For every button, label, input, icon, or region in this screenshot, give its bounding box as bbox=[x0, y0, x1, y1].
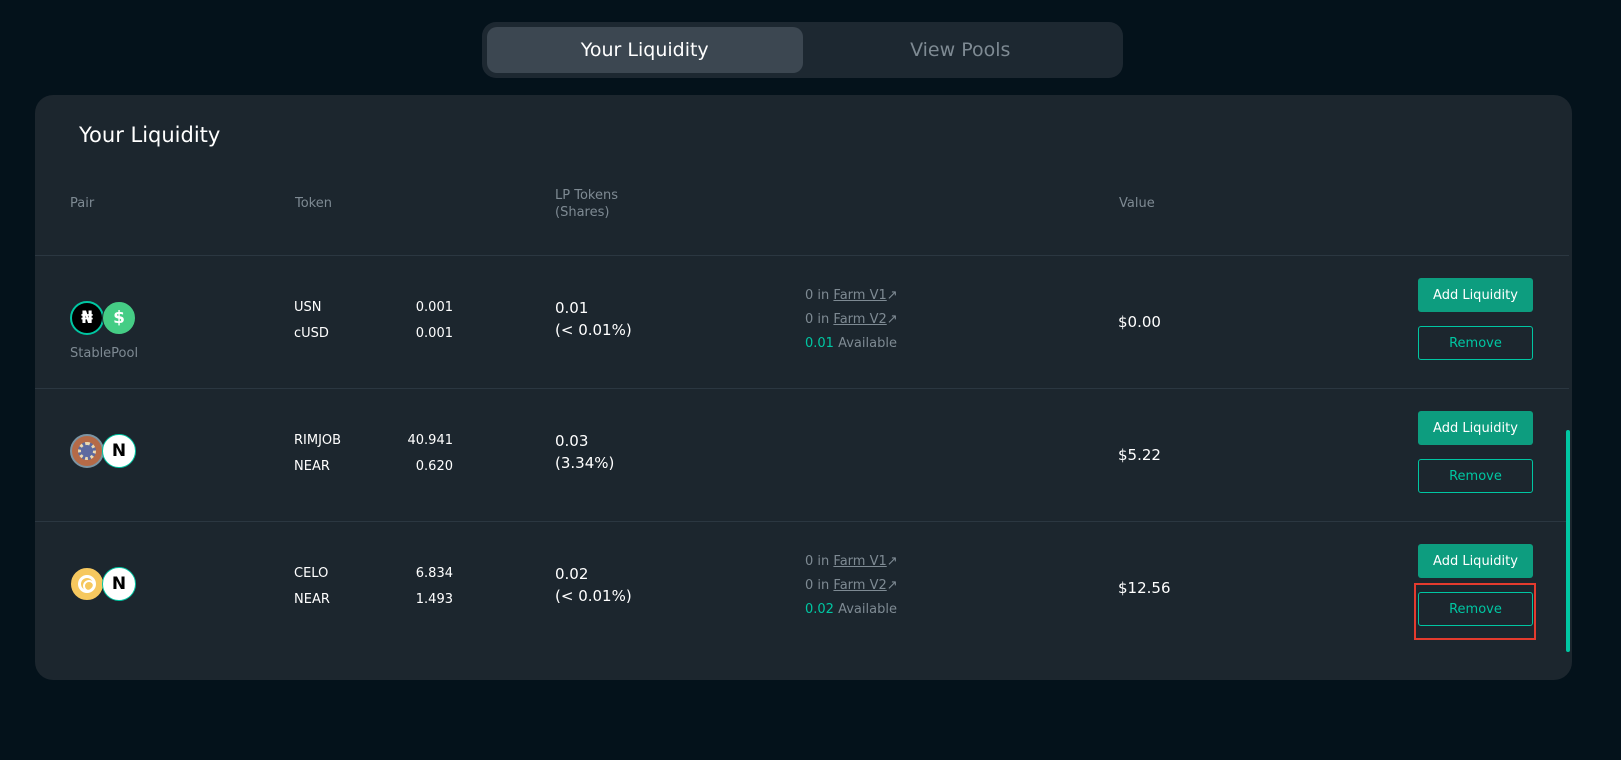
cusd-icon: $ bbox=[102, 301, 136, 335]
add-liquidity-button[interactable]: Add Liquidity bbox=[1418, 278, 1533, 312]
token-symbol: CELO bbox=[294, 566, 329, 581]
table-row: ₦ $ StablePool USN 0.001 cUSD 0.001 0.01… bbox=[35, 255, 1569, 388]
external-link-icon[interactable]: ↗ bbox=[887, 554, 898, 569]
token-amount: 0.620 bbox=[415, 459, 453, 474]
tab-your-liquidity[interactable]: Your Liquidity bbox=[487, 27, 803, 73]
available-label: Available bbox=[838, 336, 897, 351]
farm-v1-prefix: 0 in bbox=[805, 288, 830, 303]
lp-amount: 0.03 bbox=[555, 432, 589, 450]
lp-share: (< 0.01%) bbox=[555, 321, 632, 339]
header-lp-tokens: LP Tokens (Shares) bbox=[555, 187, 618, 221]
lp-share: (3.34%) bbox=[555, 454, 615, 472]
token-amount: 1.493 bbox=[415, 592, 453, 607]
farm-v2-prefix: 0 in bbox=[805, 312, 830, 327]
token-symbol: NEAR bbox=[294, 592, 330, 607]
token-symbol: USN bbox=[294, 300, 322, 315]
external-link-icon[interactable]: ↗ bbox=[887, 578, 898, 593]
scrollbar-thumb[interactable] bbox=[1566, 430, 1570, 652]
lp-tokens: 0.02 (< 0.01%) bbox=[555, 563, 632, 607]
pool-value: $12.56 bbox=[1118, 579, 1171, 597]
available-label: Available bbox=[838, 602, 897, 617]
token-symbol: cUSD bbox=[294, 326, 329, 341]
farm-v2-link[interactable]: Farm V2 bbox=[833, 312, 886, 327]
token-amount: 0.001 bbox=[415, 300, 453, 315]
lp-tokens: 0.03 (3.34%) bbox=[555, 430, 614, 474]
farm-info: 0 in Farm V1↗ 0 in Farm V2↗ 0.02 Availab… bbox=[805, 550, 898, 622]
card-title: Your Liquidity bbox=[79, 123, 221, 147]
token-amount: 6.834 bbox=[415, 566, 453, 581]
farm-v1-link[interactable]: Farm V1 bbox=[833, 554, 886, 569]
token-symbol: RIMJOB bbox=[294, 433, 342, 448]
external-link-icon[interactable]: ↗ bbox=[887, 312, 898, 327]
header-lp-line2: (Shares) bbox=[555, 205, 610, 220]
header-pair: Pair bbox=[70, 196, 95, 211]
lp-share: (< 0.01%) bbox=[555, 587, 632, 605]
pool-value: $0.00 bbox=[1118, 313, 1161, 331]
token-amount: 0.001 bbox=[415, 326, 453, 341]
pool-value: $5.22 bbox=[1118, 446, 1161, 464]
remove-button[interactable]: Remove bbox=[1418, 459, 1533, 493]
remove-button[interactable]: Remove bbox=[1418, 326, 1533, 360]
header-token: Token bbox=[295, 196, 332, 211]
pool-label: StablePool bbox=[70, 346, 139, 361]
lp-tokens: 0.01 (< 0.01%) bbox=[555, 297, 632, 341]
available-amount: 0.02 bbox=[805, 602, 834, 617]
rimjob-icon bbox=[70, 434, 104, 468]
token-symbol: NEAR bbox=[294, 459, 330, 474]
add-liquidity-button[interactable]: Add Liquidity bbox=[1418, 544, 1533, 578]
pair-icons: N bbox=[70, 434, 136, 468]
farm-info: 0 in Farm V1↗ 0 in Farm V2↗ 0.01 Availab… bbox=[805, 284, 898, 356]
farm-v2-link[interactable]: Farm V2 bbox=[833, 578, 886, 593]
liquidity-tabs: Your Liquidity View Pools bbox=[482, 22, 1123, 78]
highlight-box bbox=[1414, 583, 1536, 640]
lp-amount: 0.02 bbox=[555, 565, 589, 583]
header-lp-line1: LP Tokens bbox=[555, 188, 618, 203]
header-value: Value bbox=[1119, 196, 1155, 211]
tab-view-pools[interactable]: View Pools bbox=[803, 27, 1119, 73]
celo-icon bbox=[70, 567, 104, 601]
pair-icons: ₦ $ bbox=[70, 301, 136, 335]
table-row: N RIMJOB 40.941 NEAR 0.620 0.03 (3.34%) … bbox=[35, 388, 1569, 521]
usn-icon: ₦ bbox=[70, 301, 104, 335]
farm-v1-link[interactable]: Farm V1 bbox=[833, 288, 886, 303]
lp-amount: 0.01 bbox=[555, 299, 589, 317]
near-icon: N bbox=[102, 434, 136, 468]
table-row: N CELO 6.834 NEAR 1.493 0.02 (< 0.01%) 0… bbox=[35, 521, 1569, 654]
available-amount: 0.01 bbox=[805, 336, 834, 351]
token-amount: 40.941 bbox=[407, 433, 454, 448]
external-link-icon[interactable]: ↗ bbox=[887, 288, 898, 303]
add-liquidity-button[interactable]: Add Liquidity bbox=[1418, 411, 1533, 445]
farm-v1-prefix: 0 in bbox=[805, 554, 830, 569]
pair-icons: N bbox=[70, 567, 136, 601]
farm-v2-prefix: 0 in bbox=[805, 578, 830, 593]
liquidity-card: Your Liquidity Pair Token LP Tokens (Sha… bbox=[35, 95, 1572, 680]
near-icon: N bbox=[102, 567, 136, 601]
